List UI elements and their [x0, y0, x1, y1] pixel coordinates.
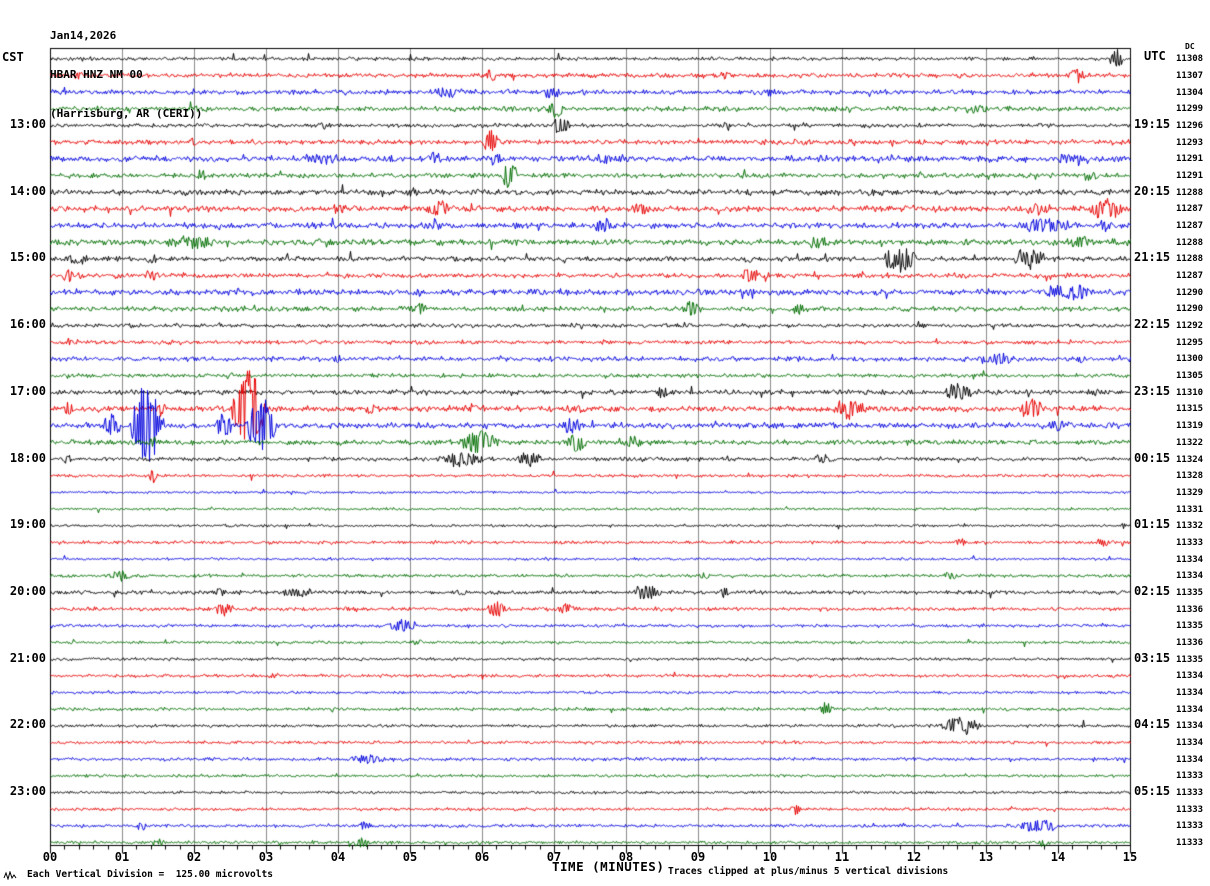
utc-hour-label: 19:15: [1134, 117, 1171, 131]
cst-hour-label: 21:00: [9, 650, 46, 665]
dc-value: 11287: [1176, 271, 1204, 282]
scale-note: Each Vertical Division = 125.00 microvol…: [27, 869, 273, 880]
dc-value: 11333: [1176, 788, 1204, 798]
dc-value: 11333: [1176, 838, 1204, 849]
cst-hour-label: 14:00: [9, 183, 46, 198]
utc-hour-label: 22:15: [1134, 317, 1171, 332]
dc-value: 11334: [1176, 671, 1204, 682]
x-tick-label: 11: [834, 850, 850, 864]
title-date: Jan14,2026: [50, 29, 117, 42]
dc-value: 11333: [1176, 821, 1204, 832]
utc-hour-label: 01:15: [1134, 517, 1171, 532]
x-tick-label: 10: [762, 850, 778, 864]
dc-value: 11319: [1176, 421, 1204, 432]
utc-hour-label: 21:15: [1134, 250, 1171, 265]
clip-note: Traces clipped at plus/minus 5 vertical …: [668, 866, 949, 877]
dc-value: 11334: [1176, 554, 1204, 565]
dc-value: 11336: [1176, 637, 1204, 648]
dc-value: 11334: [1176, 737, 1204, 748]
utc-hour-label: 04:15: [1134, 717, 1171, 732]
dc-value: 11300: [1176, 354, 1204, 365]
x-tick-label: 02: [186, 850, 202, 864]
cst-hour-label: 15:00: [9, 250, 46, 265]
dc-value: 11334: [1176, 754, 1204, 765]
dc-value: 11290: [1176, 287, 1204, 298]
x-tick-label: 03: [258, 850, 274, 864]
cst-hour-label: 19:00: [9, 517, 46, 532]
dc-value: 11333: [1176, 537, 1204, 548]
dc-value: 11287: [1176, 204, 1204, 215]
x-tick-label: 12: [906, 850, 922, 864]
utc-hour-label: 03:15: [1134, 650, 1171, 665]
dc-value: 11334: [1176, 704, 1204, 715]
x-tick-label: 14: [1050, 850, 1066, 864]
title-block: Jan14,2026 HBAR HNZ NM 00 (Harrisburg, A…: [50, 3, 202, 146]
dc-column-header: DC: [1185, 42, 1195, 51]
dc-value: 11334: [1176, 571, 1204, 582]
dc-value: 11322: [1176, 437, 1204, 448]
cst-hour-label: 20:00: [9, 583, 46, 598]
dc-value: 11288: [1176, 237, 1204, 248]
cst-hour-label: 18:00: [9, 450, 46, 465]
dc-value: 11328: [1176, 471, 1204, 482]
dc-value: 11308: [1176, 54, 1204, 65]
seismogram-page: Jan14,2026 HBAR HNZ NM 00 (Harrisburg, A…: [0, 0, 1210, 886]
dc-value: 11331: [1176, 504, 1204, 515]
dc-value: 11332: [1176, 521, 1204, 532]
title-station: HBAR HNZ NM 00: [50, 68, 143, 81]
dc-value: 11295: [1176, 337, 1204, 348]
title-location: (Harrisburg, AR (CERI)): [50, 107, 203, 120]
dc-value: 11333: [1176, 804, 1204, 815]
utc-hour-label: 23:15: [1134, 383, 1171, 398]
cst-hour-label: 17:00: [9, 383, 46, 398]
dc-value: 11335: [1176, 587, 1204, 598]
dc-value: 11292: [1176, 321, 1204, 332]
x-axis-title: TIME (MINUTES): [552, 859, 665, 874]
x-tick-label: 04: [330, 850, 346, 864]
dc-value: 11304: [1176, 87, 1204, 98]
utc-hour-label: 05:15: [1134, 784, 1171, 798]
dc-value: 11291: [1176, 171, 1204, 182]
x-tick-label: 09: [690, 850, 706, 864]
dc-value: 11335: [1176, 654, 1204, 665]
dc-value: 11334: [1176, 721, 1204, 732]
dc-value: 11296: [1176, 121, 1204, 131]
dc-value: 11299: [1176, 104, 1204, 115]
cst-hour-label: 23:00: [9, 784, 46, 798]
utc-hour-label: 20:15: [1134, 183, 1171, 198]
utc-hour-label: 00:15: [1134, 450, 1171, 465]
dc-value: 11315: [1176, 404, 1204, 415]
dc-value: 11310: [1176, 387, 1204, 398]
x-tick-label: 13: [978, 850, 994, 864]
dc-value: 11329: [1176, 487, 1204, 498]
right-timezone-label: UTC: [1144, 49, 1166, 63]
cst-hour-label: 22:00: [9, 717, 46, 732]
utc-hour-label: 02:15: [1134, 583, 1171, 598]
dc-value: 11288: [1176, 187, 1204, 198]
dc-value: 11333: [1176, 771, 1204, 782]
dc-value: 11288: [1176, 254, 1204, 265]
cst-hour-label: 13:00: [9, 117, 46, 131]
x-tick-label: 01: [114, 850, 130, 864]
dc-value: 11307: [1176, 70, 1204, 81]
dc-value: 11305: [1176, 371, 1204, 382]
dc-value: 11324: [1176, 454, 1204, 465]
dc-value: 11293: [1176, 137, 1204, 148]
dc-value: 11290: [1176, 304, 1204, 315]
x-tick-label: 15: [1122, 850, 1138, 864]
dc-value: 11291: [1176, 154, 1204, 165]
x-tick-label: 00: [42, 850, 58, 864]
squiggle-icon: [3, 871, 17, 880]
x-tick-label: 06: [474, 850, 490, 864]
x-tick-label: 05: [402, 850, 418, 864]
dc-value: 11335: [1176, 621, 1204, 632]
dc-value: 11287: [1176, 221, 1204, 232]
cst-hour-label: 16:00: [9, 317, 46, 332]
left-timezone-label: CST: [2, 50, 24, 64]
dc-value: 11334: [1176, 687, 1204, 698]
dc-value: 11336: [1176, 604, 1204, 615]
